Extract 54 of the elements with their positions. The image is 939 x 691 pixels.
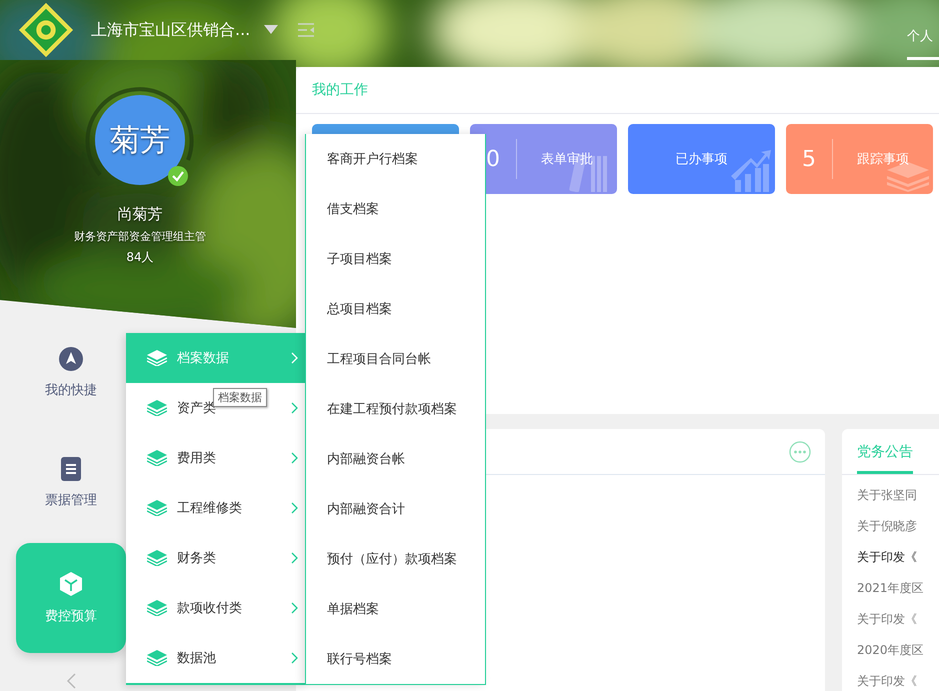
chevron-right-icon (291, 652, 298, 664)
layers-icon (147, 350, 167, 366)
layers-icon (147, 500, 167, 516)
notice-link[interactable]: 关于印发《 (857, 547, 939, 567)
layers-icon (147, 600, 167, 616)
category-menu-item[interactable]: 费用类 (177, 451, 216, 466)
archive-menu-item[interactable]: 单据档案 (306, 584, 485, 634)
menu-tooltip: 档案数据 (213, 388, 267, 407)
category-menu-item[interactable]: 工程维修类 (177, 501, 242, 516)
navigation-icon (59, 347, 83, 371)
notice-link[interactable]: 关于张坚同 (857, 485, 939, 505)
sidebar-item[interactable]: 票据管理 (16, 433, 126, 533)
notice-link[interactable]: 2020年度区 (857, 640, 939, 660)
chevron-right-icon (291, 452, 298, 464)
sidebar-item[interactable]: 我的快捷 (16, 323, 126, 423)
user-name: 尚菊芳 (118, 205, 162, 224)
archive-menu-item[interactable]: 在建工程预付款项档案 (306, 384, 485, 434)
archive-menu-item[interactable]: 总项目档案 (306, 284, 485, 334)
layers-icon (147, 550, 167, 566)
category-menu-item[interactable]: 财务类 (177, 551, 216, 566)
notice-link[interactable]: 关于印发《 (857, 609, 939, 629)
archive-menu-item[interactable]: 联行号档案 (306, 634, 485, 684)
growth-chart-icon (731, 150, 771, 192)
notice-link[interactable]: 关于印发《 (857, 671, 939, 691)
layers-icon (147, 400, 167, 416)
chevron-left-icon[interactable] (66, 673, 76, 689)
chevron-right-icon (291, 402, 298, 414)
chevron-right-icon (291, 352, 298, 364)
more-icon[interactable] (789, 440, 811, 462)
notice-link[interactable]: 关于倪晓彦 (857, 516, 939, 536)
archive-menu-item[interactable]: 预付（应付）款项档案 (306, 534, 485, 584)
document-icon (61, 457, 81, 481)
archive-menu-item[interactable]: 工程项目合同台帐 (306, 334, 485, 384)
archive-menu-item[interactable]: 内部融资合计 (306, 484, 485, 534)
cube-icon (59, 571, 83, 597)
layers-icon (147, 650, 167, 666)
archive-menu-item[interactable]: 子项目档案 (306, 234, 485, 284)
notice-link[interactable]: 2021年度区 (857, 578, 939, 598)
category-menu-item[interactable]: 款项收付类 (177, 601, 242, 616)
archive-menu-item[interactable]: 内部融资台帐 (306, 434, 485, 484)
layers-icon (147, 450, 167, 466)
tile-count: 0 (485, 146, 501, 172)
tile-label: 表单审批 (540, 151, 594, 168)
category-menu-item[interactable]: 数据池 (177, 651, 216, 666)
card-title: 我的工作 (312, 81, 368, 99)
member-count: 84人 (126, 249, 154, 266)
tile-count: 5 (801, 146, 817, 172)
tile-label: 跟踪事项 (856, 151, 910, 168)
user-position: 财务资产部资金管理组主管 (74, 229, 206, 244)
chevron-right-icon (291, 502, 298, 514)
tile-label: 已办事项 (674, 151, 728, 168)
chevron-right-icon (291, 552, 298, 564)
chevron-right-icon (291, 602, 298, 614)
category-menu-item[interactable]: 资产类 (177, 401, 216, 416)
